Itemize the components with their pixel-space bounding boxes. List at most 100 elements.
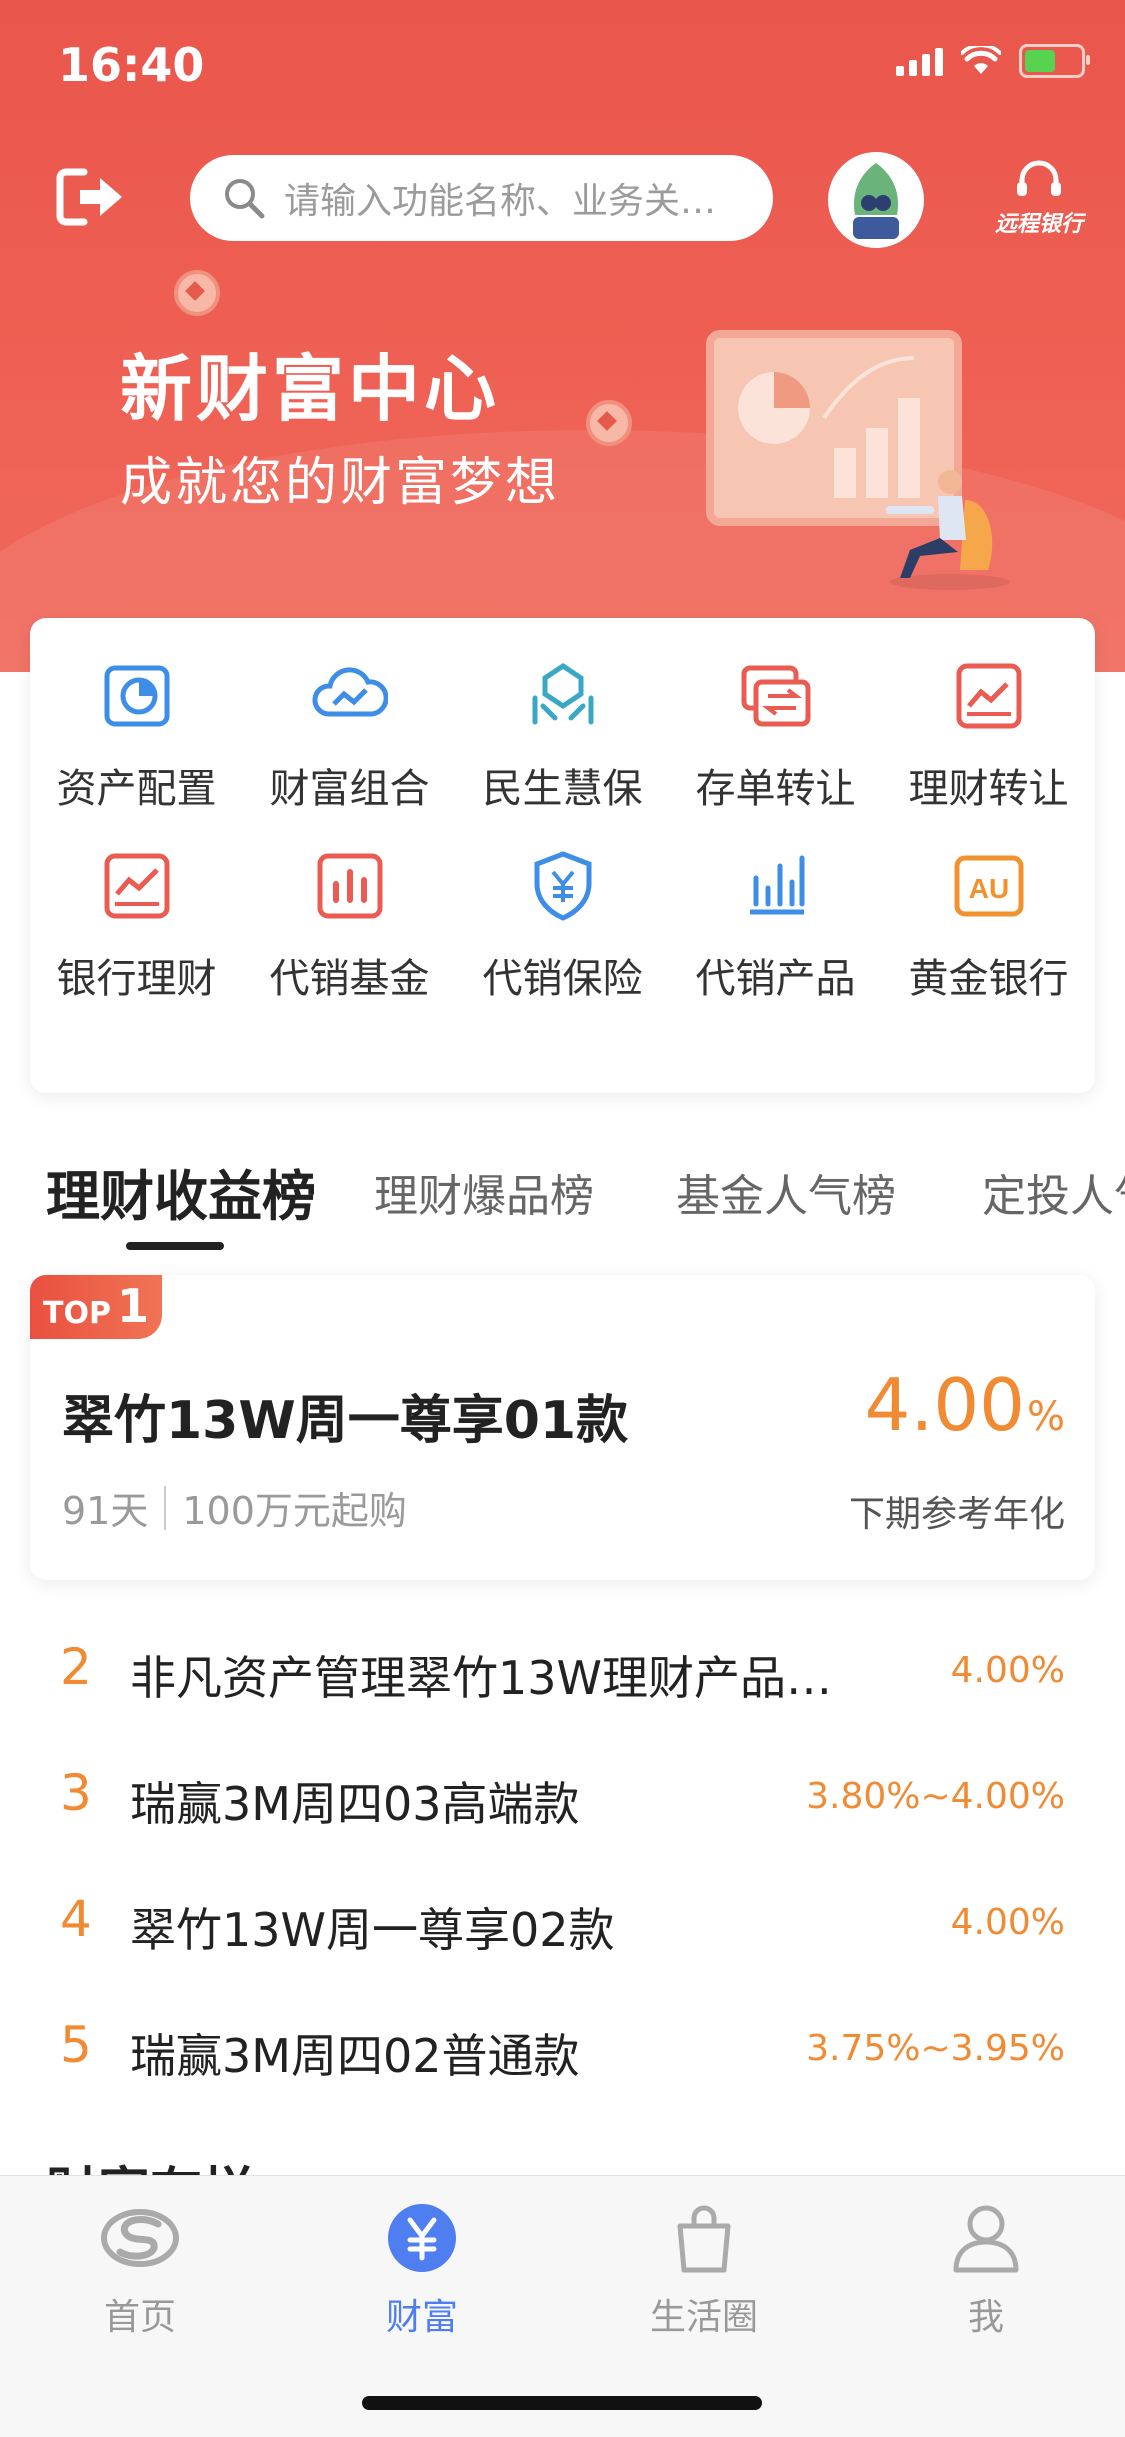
- wealth-transfer-icon: [956, 663, 1021, 729]
- service-label: 代销产品: [695, 956, 856, 1002]
- service-wealth-transfer[interactable]: 理财转让: [882, 658, 1095, 814]
- deposit-transfer-icon: [741, 665, 810, 727]
- list-item[interactable]: 2 非凡资产管理翠竹13W理财产品… 4.00%: [0, 1620, 1125, 1710]
- service-label: 代销基金: [269, 956, 430, 1002]
- top-product-rate: 4.00%: [865, 1363, 1065, 1447]
- shield-yuan-icon: [534, 851, 591, 921]
- service-label: 代销保险: [482, 956, 643, 1002]
- product-min-purchase: 100万元起购: [182, 1489, 407, 1533]
- bank-wealth-icon: [104, 853, 169, 919]
- list-item[interactable]: 5 瑞赢3M周四02普通款 3.75%~3.95%: [0, 1998, 1125, 2088]
- person-illustration: [886, 470, 1010, 590]
- rank-product-name: 翠竹13W周一尊享02款: [130, 1903, 615, 1957]
- battery-icon: [1019, 44, 1090, 78]
- service-minsheng-insurance[interactable]: 民生慧保: [456, 658, 669, 814]
- remote-bank-button[interactable]: 远程银行: [984, 160, 1094, 240]
- avatar[interactable]: [828, 152, 924, 248]
- service-deposit-transfer[interactable]: 存单转让: [669, 658, 882, 814]
- service-label: 黄金银行: [908, 956, 1069, 1002]
- search-bar[interactable]: 请输入功能名称、业务关…: [190, 155, 773, 241]
- service-label: 理财转让: [908, 766, 1069, 812]
- rank-rate: 4.00%: [950, 1902, 1065, 1943]
- nav-label: 生活圈: [649, 2297, 758, 2338]
- rank-product-name: 瑞赢3M周四03高端款: [130, 1777, 580, 1831]
- wealth-portfolio-icon: [311, 667, 388, 717]
- hero-banner: 16:40 请输入功能名称、业务关… 远程银行 新财富中心 成就您的财富梦想: [0, 0, 1125, 672]
- rank-rate: 3.80%~4.00%: [806, 1776, 1065, 1817]
- svg-text:AU: AU: [968, 873, 1008, 904]
- service-bank-wealth[interactable]: 银行理财: [30, 848, 243, 1004]
- nav-me[interactable]: 我: [886, 2198, 1086, 2340]
- wifi-icon: [961, 46, 1001, 74]
- rank-number: 5: [60, 2016, 92, 2074]
- rank-rate: 3.75%~3.95%: [806, 2028, 1065, 2069]
- user-icon: [953, 2205, 1019, 2273]
- status-time: 16:40: [58, 38, 205, 92]
- status-icons: [896, 44, 1090, 78]
- shopping-bag-icon: [677, 2205, 731, 2273]
- nav-wealth[interactable]: 财富: [322, 2198, 522, 2340]
- active-tab-indicator: [126, 1242, 224, 1250]
- rank-product-name: 非凡资产管理翠竹13W理财产品…: [130, 1651, 833, 1705]
- rank-rate: 4.00%: [950, 1650, 1065, 1691]
- nav-label: 我: [967, 2297, 1004, 2338]
- service-label: 财富组合: [269, 766, 430, 812]
- products-bars-icon: [749, 855, 804, 915]
- service-grid-card: 资产配置 财富组合 民生慧保 存单转让 理财转让 银行理财 代销基金 代销保险: [30, 618, 1095, 1093]
- rank-number: 3: [60, 1764, 92, 1822]
- tab-fixed-investment[interactable]: 定投人气: [982, 1160, 1125, 1224]
- top-product-name: 翠竹13W周一尊享01款: [62, 1391, 629, 1451]
- asset-allocation-icon: [104, 665, 169, 727]
- service-gold-bank[interactable]: AU 黄金银行: [882, 848, 1095, 1004]
- rate-note: 下期参考年化: [848, 1494, 1065, 1535]
- nav-home[interactable]: 首页: [40, 2198, 240, 2340]
- service-agency-fund[interactable]: 代销基金: [243, 848, 456, 1004]
- product-term: 91天: [62, 1489, 149, 1533]
- gold-au-icon: AU: [954, 855, 1023, 917]
- fund-bars-icon: [317, 853, 382, 919]
- nav-life-circle[interactable]: 生活圈: [604, 2198, 804, 2340]
- home-indicator: [362, 2396, 762, 2410]
- top-badge: TOP 1: [30, 1275, 162, 1339]
- service-label: 银行理财: [56, 956, 217, 1002]
- top-product-meta: 91天 100万元起购: [62, 1480, 407, 1535]
- service-asset-allocation[interactable]: 资产配置: [30, 658, 243, 814]
- top-product-card[interactable]: TOP 1 翠竹13W周一尊享01款 4.00% 91天 100万元起购 下期参…: [30, 1275, 1095, 1580]
- nav-label: 首页: [103, 2297, 176, 2338]
- service-label: 存单转让: [695, 766, 856, 812]
- headset-icon: [1017, 160, 1061, 196]
- tab-income-ranking[interactable]: 理财收益榜: [46, 1152, 316, 1231]
- search-placeholder: 请输入功能名称、业务关…: [284, 181, 717, 222]
- list-item[interactable]: 4 翠竹13W周一尊享02款 4.00%: [0, 1872, 1125, 1962]
- ranking-tabs: 理财收益榜 理财爆品榜 基金人气榜 定投人气: [0, 1150, 1125, 1250]
- coin-decoration: [586, 400, 632, 446]
- list-item[interactable]: 3 瑞赢3M周四03高端款 3.80%~4.00%: [0, 1746, 1125, 1836]
- cellular-signal-icon: [896, 46, 943, 76]
- service-label: 资产配置: [56, 766, 217, 812]
- tab-hot-products[interactable]: 理财爆品榜: [374, 1160, 594, 1224]
- rate-unit: %: [1026, 1394, 1065, 1440]
- rate-value: 4.00: [864, 1363, 1025, 1447]
- coin-decoration: [174, 270, 220, 316]
- tab-fund-popularity[interactable]: 基金人气榜: [676, 1160, 896, 1224]
- insurance-hands-icon: [532, 662, 593, 725]
- hero-title: 新财富中心: [120, 347, 501, 431]
- top-badge-prefix: TOP: [43, 1296, 111, 1331]
- nav-label: 财富: [385, 2297, 458, 2338]
- search-icon: [225, 179, 265, 219]
- rank-product-name: 瑞赢3M周四02普通款: [130, 2029, 580, 2083]
- meta-divider: [164, 1485, 167, 1530]
- service-label: 民生慧保: [482, 766, 643, 812]
- service-agency-insurance[interactable]: 代销保险: [456, 848, 669, 1004]
- hero-subtitle: 成就您的财富梦想: [120, 453, 561, 513]
- service-grid: 资产配置 财富组合 民生慧保 存单转让 理财转让 银行理财 代销基金 代销保险: [30, 658, 1095, 1004]
- rank-number: 2: [60, 1638, 92, 1696]
- top-badge-rank: 1: [116, 1279, 149, 1333]
- exit-icon[interactable]: [56, 168, 126, 226]
- bank-logo-icon: [101, 2209, 179, 2267]
- yuan-coin-icon: [388, 2204, 456, 2272]
- service-wealth-portfolio[interactable]: 财富组合: [243, 658, 456, 814]
- remote-bank-label: 远程银行: [994, 212, 1083, 237]
- service-agency-products[interactable]: 代销产品: [669, 848, 882, 1004]
- rank-number: 4: [60, 1890, 92, 1948]
